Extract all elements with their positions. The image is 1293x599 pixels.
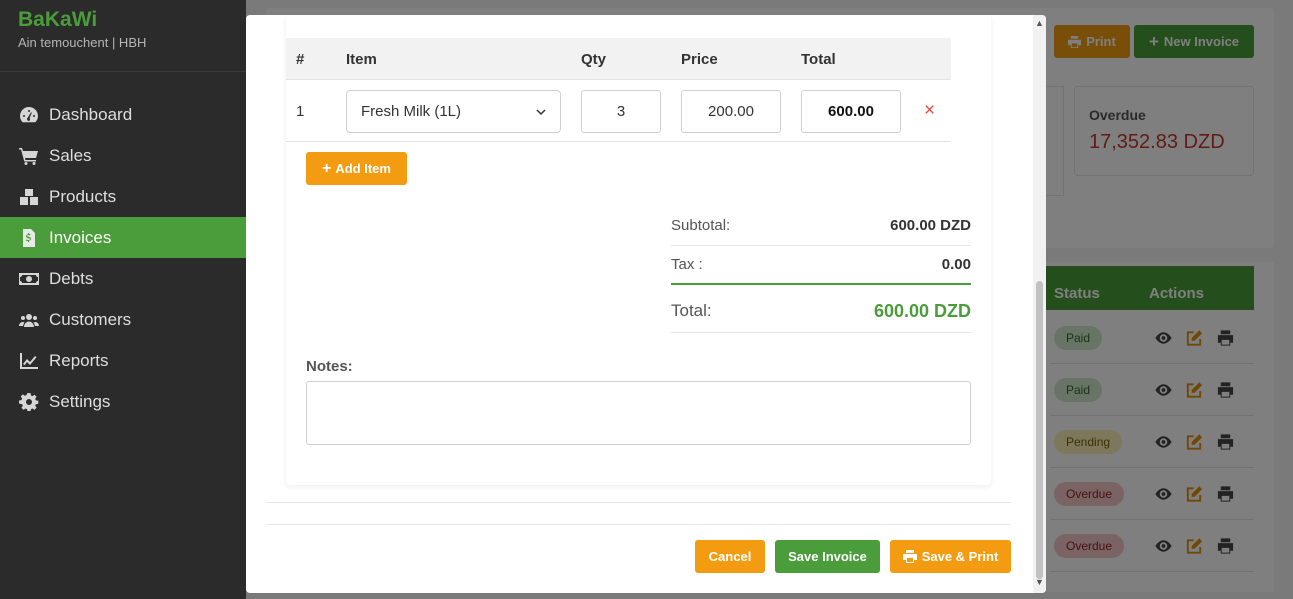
- save-and-print-button[interactable]: Save & Print: [890, 540, 1011, 573]
- brand: BaKaWi Ain temouchent | HBH: [0, 0, 246, 72]
- chart-line-icon: [17, 351, 41, 371]
- boxes-icon: [17, 187, 41, 207]
- sidebar-item-label: Settings: [49, 391, 111, 411]
- chevron-up-icon[interactable]: ▲: [1035, 18, 1044, 28]
- chevron-down-icon[interactable]: ▼: [1035, 577, 1044, 587]
- sidebar-item-debts[interactable]: Debts: [0, 258, 246, 299]
- sidebar-item-label: Customers: [49, 309, 132, 329]
- save-and-print-label: Save & Print: [921, 549, 999, 564]
- sidebar-item-products[interactable]: Products: [0, 176, 246, 217]
- tax-label: Tax :: [671, 256, 703, 273]
- cancel-button[interactable]: Cancel: [695, 540, 765, 573]
- sidebar-item-settings[interactable]: Settings: [0, 381, 246, 422]
- item-select[interactable]: Fresh Milk (1L): [346, 90, 561, 133]
- money-icon: [17, 269, 41, 289]
- sidebar: BaKaWi Ain temouchent | HBH Dashboard Sa…: [0, 0, 246, 599]
- add-item-label: Add Item: [335, 161, 391, 176]
- add-item-button[interactable]: + Add Item: [306, 152, 407, 185]
- sidebar-item-label: Invoices: [49, 227, 112, 247]
- modal-footer-divider: [266, 524, 1011, 525]
- save-invoice-label: Save Invoice: [788, 549, 867, 564]
- totals-summary: Subtotal: 600.00 DZD Tax : 0.00 Total: 6…: [671, 207, 971, 333]
- sidebar-item-sales[interactable]: Sales: [0, 135, 246, 176]
- save-invoice-button[interactable]: Save Invoice: [775, 540, 880, 573]
- sidebar-nav: Dashboard Sales Products Invoices Debts …: [0, 94, 246, 422]
- brand-name: BaKaWi: [18, 8, 98, 31]
- invoice-icon: [17, 228, 41, 248]
- notes-textarea[interactable]: [306, 381, 971, 445]
- plus-icon: +: [322, 159, 332, 177]
- total-value: 600.00 DZD: [873, 301, 971, 321]
- brand-subtitle: Ain temouchent | HBH: [18, 35, 147, 50]
- gear-icon: [17, 392, 41, 412]
- table-row: 1 Fresh Milk (1L) 3 200.00 600.00 ×: [286, 80, 951, 142]
- items-table-header: # Item Qty Price Total: [286, 38, 951, 80]
- qty-input[interactable]: 3: [581, 90, 661, 133]
- subtotal-row: Subtotal: 600.00 DZD: [671, 207, 971, 246]
- total-label: Total:: [671, 301, 712, 320]
- sidebar-item-label: Reports: [49, 350, 109, 370]
- item-select-value: Fresh Milk (1L): [361, 103, 462, 120]
- row-number: 1: [296, 103, 305, 120]
- sidebar-item-invoices[interactable]: Invoices: [0, 217, 246, 258]
- sidebar-item-label: Dashboard: [49, 104, 133, 124]
- print-icon: [902, 550, 917, 563]
- col-total: Total: [801, 51, 836, 68]
- row-total-field: 600.00: [801, 90, 901, 133]
- invoice-modal: # Item Qty Price Total 1 Fresh Milk (1L)…: [246, 15, 1046, 593]
- gauge-icon: [17, 105, 41, 125]
- total-row: Total: 600.00 DZD: [671, 285, 971, 333]
- items-table: # Item Qty Price Total 1 Fresh Milk (1L)…: [286, 38, 951, 142]
- cancel-label: Cancel: [708, 549, 752, 564]
- tax-value: 0.00: [941, 256, 971, 273]
- cart-icon: [17, 146, 41, 166]
- sidebar-item-reports[interactable]: Reports: [0, 340, 246, 381]
- chevron-down-icon: [536, 108, 546, 115]
- sidebar-item-dashboard[interactable]: Dashboard: [0, 94, 246, 135]
- tax-row: Tax : 0.00: [671, 246, 971, 285]
- sidebar-item-customers[interactable]: Customers: [0, 299, 246, 340]
- scrollbar-thumb[interactable]: [1036, 281, 1043, 579]
- users-icon: [17, 310, 41, 330]
- notes-label: Notes:: [306, 358, 353, 375]
- modal-scrollbar[interactable]: ▲ ▼: [1033, 15, 1046, 593]
- col-item: Item: [346, 51, 377, 68]
- col-qty: Qty: [581, 51, 607, 68]
- remove-item-icon[interactable]: ×: [924, 100, 935, 122]
- subtotal-value: 600.00 DZD: [890, 217, 971, 234]
- col-price: Price: [681, 51, 718, 68]
- col-number: #: [296, 51, 305, 68]
- subtotal-label: Subtotal:: [671, 217, 731, 234]
- price-input[interactable]: 200.00: [681, 90, 781, 133]
- sidebar-item-label: Debts: [49, 268, 94, 288]
- sidebar-item-label: Sales: [49, 145, 92, 165]
- sidebar-item-label: Products: [49, 186, 117, 206]
